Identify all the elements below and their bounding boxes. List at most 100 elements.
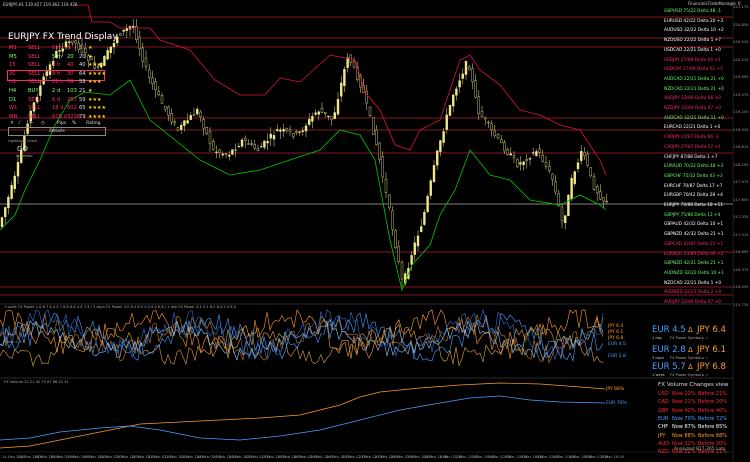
card-sub: FX Power Symbol ▸ ☆ xyxy=(670,336,709,340)
candle-body xyxy=(583,152,586,157)
pair-row[interactable]: GBPJPY 75/88 Delta 13 +4 xyxy=(664,213,720,218)
candle-body xyxy=(605,200,608,203)
candle-body xyxy=(269,133,272,139)
candle-body xyxy=(490,123,493,130)
candle-body xyxy=(227,154,231,157)
volume-currency: JPY xyxy=(658,432,666,439)
pair-row[interactable]: GBPCHF 75/32 Delta 43 +3 xyxy=(664,174,723,179)
pair-row[interactable]: EURGBP 70/42 Delta 28 +4 xyxy=(664,193,723,198)
pair-row[interactable]: GBPUSD 75/22 Delta 48 -1 xyxy=(664,9,721,14)
trend-timeframe: W1 xyxy=(9,105,18,112)
pair-row[interactable]: AUDJPY 23/89 Delta 66 +0 xyxy=(664,96,721,101)
candle-body xyxy=(215,151,218,153)
pair-row[interactable]: GBPNZD 42/21 Delta 21 +1 xyxy=(664,261,723,266)
trend-pips: 257 xyxy=(67,96,77,103)
candle-body xyxy=(506,148,509,155)
card-right-currency: JPY 6.8 xyxy=(697,362,726,372)
price-tick: 117.335 xyxy=(733,214,749,219)
pair-row[interactable]: EURUSD 42/22 Delta 20 +3 xyxy=(664,19,723,24)
candle-body xyxy=(352,61,356,68)
candle-body xyxy=(298,131,301,133)
candle-body xyxy=(522,161,525,166)
candle-body xyxy=(279,129,282,132)
trend-direction: SELL xyxy=(28,45,41,51)
pair-row[interactable]: AUDNZD 32/22 Delta 10 +1 xyxy=(664,271,724,276)
candle-body xyxy=(429,180,432,196)
candle-body xyxy=(512,155,516,159)
pair-row[interactable]: USDJPY 27/89 Delta 64 +1 xyxy=(664,58,721,63)
pair-row[interactable]: AUDUSD 32/22 Delta 10 +2 xyxy=(664,28,724,33)
candle-body xyxy=(112,42,116,48)
candle-body xyxy=(397,246,400,262)
candle-body xyxy=(564,215,567,224)
pair-row[interactable]: AUDNZD 22/21 Delta 2 +0 xyxy=(664,290,721,295)
candle-body xyxy=(516,159,519,167)
pair-row[interactable]: CADJPY 27/87 Delta 57 +1 xyxy=(664,145,721,150)
pair-row[interactable]: AUDCAD 22/21 Delta 21 +0 xyxy=(664,77,724,82)
candle-body xyxy=(528,158,532,160)
pair-row[interactable]: CHFJPY 87/88 Delta 1 +7 xyxy=(664,155,717,160)
candle-body xyxy=(455,88,458,96)
volume-now: Now 21% xyxy=(672,399,696,406)
pair-row[interactable]: EURCAD 22/21 Delta 1 +0 xyxy=(664,125,720,130)
pair-row[interactable]: NZDUSD 22/22 Delta 1 +7 xyxy=(664,38,721,43)
details-button[interactable]: Details xyxy=(8,127,106,136)
pair-row[interactable]: GBPCAD 42/87 Delta 21 +1 xyxy=(664,242,723,247)
candle-body xyxy=(13,175,17,190)
pair-row[interactable]: USDCHF 27/89 Delta 61 +5 xyxy=(664,67,723,72)
rating-stars: ★★★ xyxy=(88,79,102,86)
candle-body xyxy=(199,111,202,118)
volume-currency: CHF xyxy=(658,424,669,431)
candle-body xyxy=(285,128,288,131)
go-button[interactable]: GO xyxy=(17,145,28,153)
price-tick: 116.375 xyxy=(733,266,749,272)
chart-canvas[interactable] xyxy=(0,0,750,462)
pair-row[interactable]: EURNZD 43/89 Delta 46 +2 xyxy=(664,252,723,257)
pair-row[interactable]: EURAUD 70/22 Delta 48 +3 xyxy=(664,164,723,169)
candle-body xyxy=(375,129,378,145)
rating-stars: ★ xyxy=(88,88,93,94)
candle-body xyxy=(304,125,308,132)
trend-timeframe: MN xyxy=(9,113,18,120)
pair-row[interactable]: USDCAD 22/21 Delta 1 +0 xyxy=(664,48,721,53)
pair-row[interactable]: AUDJPY 22/89 Delta 67 +0 xyxy=(664,300,721,305)
trend-duration: 18 d xyxy=(52,105,64,112)
candle-body xyxy=(189,115,193,120)
candle-body xyxy=(487,121,490,124)
pair-row[interactable]: NZDJPY 22/89 Delta 67 +0 xyxy=(664,106,721,111)
candle-body xyxy=(416,235,420,247)
fx-volume-lines xyxy=(0,382,606,449)
arrow-right-icon: ⇒ xyxy=(29,121,33,126)
trend-duration: 5 m xyxy=(52,53,63,60)
trend-percent: 64 xyxy=(79,70,86,77)
pair-row[interactable]: GBPAUD 42/32 Delta 10 +1 xyxy=(664,222,723,227)
card-left-currency: EUR 2.8 xyxy=(652,345,686,355)
pair-row[interactable]: CADJPY 21/87 Delta 66 -3 xyxy=(664,135,719,140)
candle-body xyxy=(500,139,503,144)
pair-row[interactable]: AUDCAD 32/21 Delta 11 +0 xyxy=(664,116,724,121)
fx-power-week-label: Week > 3.4 xyxy=(4,340,25,344)
candle-body xyxy=(10,185,13,199)
eur-volume-label: EUR 70% xyxy=(606,401,627,406)
eur-volume-line xyxy=(0,395,606,441)
close-icon[interactable]: ✕ xyxy=(10,121,14,126)
trend-direction: SELL xyxy=(28,70,41,77)
pair-row[interactable]: NZDCAD 22/21 Delta 21 +0 xyxy=(664,87,724,92)
pair-row[interactable]: GBPNZD 42/32 Delta 21 +1 xyxy=(664,232,723,237)
pair-row[interactable]: NZDCAD 22/21 Delta 1 +0 xyxy=(664,281,721,286)
trend-pips: 802 xyxy=(67,105,77,112)
rating-stars: ★ xyxy=(88,45,93,51)
candle-body xyxy=(589,167,592,177)
volume-before: Before 20% xyxy=(698,399,728,406)
rating-stars: ★★★★ xyxy=(88,113,106,120)
pair-row[interactable]: EURCHF 70/87 Delta 17 +7 xyxy=(664,184,722,189)
pair-row[interactable]: EURJPY 70/88 Delta 18 +11 xyxy=(664,203,723,208)
trend-percent: 59 xyxy=(79,79,86,86)
candle-body xyxy=(567,194,570,217)
trend-duration: 6 d xyxy=(52,96,61,103)
candle-body xyxy=(532,152,535,154)
candle-body xyxy=(218,149,221,153)
trend-direction: SELL xyxy=(28,53,41,60)
candle-body xyxy=(557,193,560,206)
volume-footer: Analyzed 817,365 Lots xyxy=(674,447,726,452)
